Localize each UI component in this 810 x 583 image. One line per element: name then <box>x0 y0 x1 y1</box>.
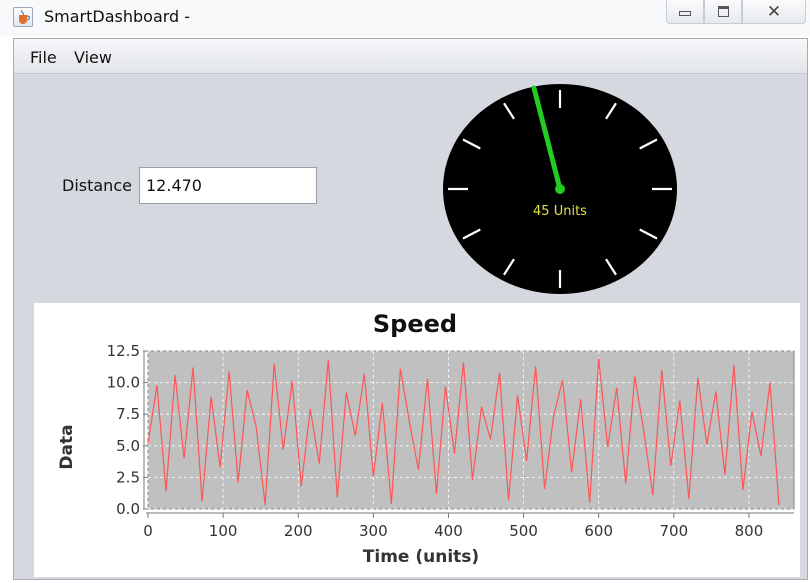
menu-file[interactable]: File <box>30 48 57 67</box>
x-tick-label: 0 <box>143 522 153 540</box>
y-tick-label: 5.0 <box>116 437 140 455</box>
close-icon: ✕ <box>766 1 782 22</box>
title-bar: SmartDashboard - ✕ <box>0 0 810 36</box>
x-tick-label: 700 <box>659 522 688 540</box>
x-axis-label: Time (units) <box>363 547 479 567</box>
speed-gauge: 45 Units <box>443 84 677 294</box>
restore-button[interactable] <box>704 0 742 24</box>
menu-view[interactable]: View <box>74 48 112 67</box>
window-title: SmartDashboard - <box>44 7 191 26</box>
java-cup-icon[interactable] <box>13 7 33 27</box>
gauge-hub <box>555 184 565 194</box>
y-tick-label: 10.0 <box>107 374 140 392</box>
y-tick-label: 2.5 <box>116 468 140 486</box>
minimize-icon <box>679 11 691 16</box>
window-controls: ✕ <box>666 0 806 26</box>
y-tick-label: 7.5 <box>116 405 140 423</box>
distance-field[interactable]: 12.470 <box>139 167 317 204</box>
y-tick-label: 12.5 <box>107 342 140 360</box>
x-tick-label: 300 <box>359 522 388 540</box>
x-tick-label: 500 <box>509 522 538 540</box>
gauge-units-label: 45 Units <box>533 204 587 219</box>
x-tick-label: 100 <box>209 522 238 540</box>
x-tick-label: 200 <box>284 522 313 540</box>
x-tick-label: 600 <box>584 522 613 540</box>
dashboard-frame: File View Distance 12.470 45 Units Speed… <box>13 38 808 580</box>
plot-area <box>147 350 795 510</box>
y-tick-label: 0.0 <box>116 500 140 518</box>
minimize-button[interactable] <box>666 0 704 24</box>
x-tick-label: 400 <box>434 522 463 540</box>
menu-bar: File View <box>14 39 807 74</box>
close-button[interactable]: ✕ <box>742 0 806 24</box>
speed-chart: Speed 0.0 2.5 5.0 7.5 10.0 12.5 0 100 200 300 400 5… <box>34 303 800 577</box>
x-tick-label: 800 <box>735 522 764 540</box>
y-axis-label: Data <box>57 424 77 469</box>
chart-title: Speed <box>373 310 457 338</box>
distance-label: Distance <box>62 176 132 195</box>
restore-icon <box>717 6 729 17</box>
